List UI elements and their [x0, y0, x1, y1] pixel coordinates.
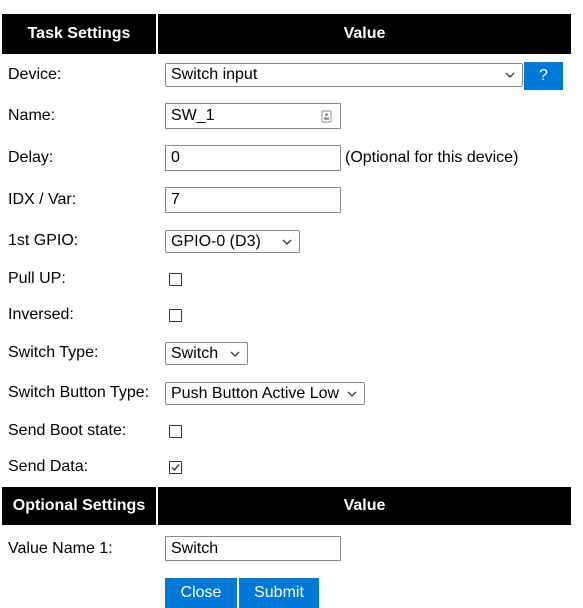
chevron-down-icon: [282, 239, 292, 245]
pull-up-label: Pull UP:: [8, 270, 66, 287]
help-button[interactable]: ?: [524, 62, 563, 90]
send-data-checkbox[interactable]: [169, 461, 182, 474]
delay-input-value: 0: [171, 149, 180, 166]
submit-button[interactable]: Submit: [239, 578, 319, 608]
gpio-label: 1st GPIO:: [8, 232, 79, 249]
checkmark-icon: [171, 464, 180, 472]
chevron-down-icon: [505, 72, 515, 78]
name-input-value: SW_1: [171, 107, 215, 124]
device-select-value: Switch input: [171, 66, 258, 83]
gpio-select-value: GPIO-0 (D3): [171, 232, 261, 250]
header-value: Value: [158, 14, 571, 54]
idx-input[interactable]: 7: [165, 187, 341, 213]
switch-type-select[interactable]: Switch: [165, 342, 248, 365]
device-label: Device:: [8, 66, 62, 83]
value-name-1-label: Value Name 1:: [8, 540, 113, 557]
name-label: Name:: [8, 107, 56, 124]
switch-button-type-select-value: Push Button Active Low: [171, 384, 340, 402]
device-select[interactable]: Switch input: [165, 63, 523, 87]
value-name-1-input[interactable]: Switch: [165, 536, 341, 561]
switch-button-type-label: Switch Button Type:: [8, 384, 150, 401]
delay-note: (Optional for this device): [345, 149, 519, 166]
switch-type-label: Switch Type:: [8, 344, 99, 361]
contact-card-icon: [321, 110, 332, 123]
idx-label: IDX / Var:: [8, 191, 77, 208]
close-button[interactable]: Close: [165, 578, 237, 608]
idx-input-value: 7: [171, 191, 180, 208]
header-optional-value: Value: [158, 487, 571, 525]
gpio-select[interactable]: GPIO-0 (D3): [165, 230, 300, 253]
switch-type-select-value: Switch: [171, 344, 219, 362]
header-task-settings: Task Settings: [2, 14, 156, 54]
send-boot-state-label: Send Boot state:: [8, 422, 127, 439]
delay-input[interactable]: 0: [165, 145, 341, 171]
inversed-label: Inversed:: [8, 306, 74, 323]
chevron-down-icon: [230, 351, 240, 357]
header-optional-settings: Optional Settings: [2, 487, 156, 525]
pull-up-checkbox[interactable]: [169, 273, 182, 286]
chevron-down-icon: [347, 391, 357, 397]
inversed-checkbox[interactable]: [169, 309, 182, 322]
delay-label: Delay:: [8, 149, 54, 166]
send-data-label: Send Data:: [8, 458, 89, 475]
send-boot-state-checkbox[interactable]: [169, 425, 182, 438]
value-name-1-input-value: Switch: [171, 539, 219, 557]
name-input[interactable]: SW_1: [165, 103, 341, 129]
switch-button-type-select[interactable]: Push Button Active Low: [165, 382, 365, 405]
